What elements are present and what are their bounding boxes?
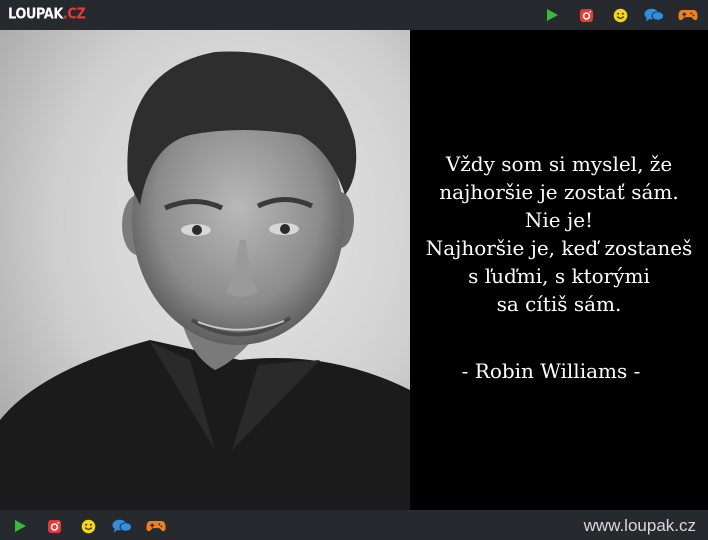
quote-line: s ľuďmi, s ktorými [468, 264, 650, 288]
gamepad-icon[interactable] [146, 516, 166, 536]
top-icon-bar [542, 5, 698, 25]
instagram-icon[interactable] [44, 516, 64, 536]
bottom-icon-bar [10, 516, 166, 536]
smiley-icon[interactable] [610, 5, 630, 25]
logo-suffix: CZ [67, 6, 86, 24]
quote-text: Vždy som si myslel, že najhoršie je zost… [410, 150, 708, 318]
portrait-photo [0, 30, 410, 510]
play-icon[interactable] [542, 5, 562, 25]
quote-line: Vždy som si myslel, že [445, 152, 673, 176]
site-url[interactable]: www.loupak.cz [584, 516, 696, 536]
logo-text: LOUPAK [8, 6, 63, 24]
quote-author: - Robin Williams - [461, 359, 641, 383]
chat-icon[interactable] [644, 5, 664, 25]
quote-line: najhoršie je zostať sám. [439, 180, 679, 204]
smiley-icon[interactable] [78, 516, 98, 536]
gamepad-icon[interactable] [678, 5, 698, 25]
instagram-icon[interactable] [576, 5, 596, 25]
chat-icon[interactable] [112, 516, 132, 536]
quote-line: Najhoršie je, keď zostaneš [425, 236, 693, 260]
quote-line: Nie je! [524, 208, 594, 232]
quote-line: sa cítiš sám. [496, 292, 622, 316]
top-bar: LOUPAK.CZ [0, 0, 708, 30]
play-icon[interactable] [10, 516, 30, 536]
quote-panel: Vždy som si myslel, že najhoršie je zost… [410, 30, 708, 510]
site-logo[interactable]: LOUPAK.CZ [8, 6, 86, 24]
bottom-bar: www.loupak.cz [0, 510, 708, 540]
